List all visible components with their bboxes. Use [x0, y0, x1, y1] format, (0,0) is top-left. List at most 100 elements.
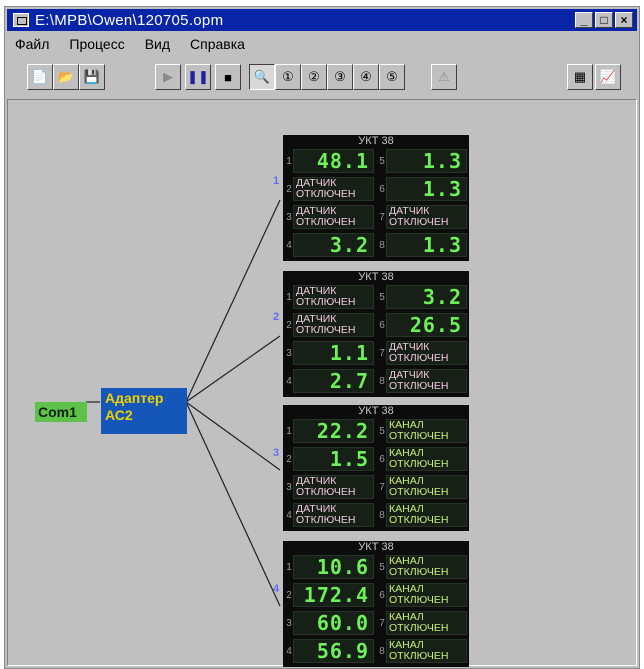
pause-icon: ❚❚	[187, 69, 209, 84]
channel-cell[interactable]: 7 КАНАЛ ОТКЛЮЧЕН	[378, 473, 467, 501]
channel-cell[interactable]: 5 1.3	[378, 147, 467, 175]
chart-button[interactable]: 📈	[595, 64, 621, 90]
device-3-button[interactable]: ③	[327, 64, 353, 90]
device-panel-1[interactable]: УКТ 38 1 48.1 5 1.3 2 ДАТЧИК ОТКЛЮЧЕН 6 1.3 3 ДАТЧ…	[283, 135, 469, 261]
info-button[interactable]: ⚠	[431, 64, 457, 90]
channel-cell[interactable]: 4 3.2	[285, 231, 374, 259]
channel-cell[interactable]: 1 48.1	[285, 147, 374, 175]
channel-number: 5	[379, 155, 385, 167]
device-5-button[interactable]: ⑤	[379, 64, 405, 90]
menu-file[interactable]: Файл	[13, 36, 51, 56]
title-bar[interactable]: E:\MPB\Owen\120705.opm _ □ ×	[7, 9, 637, 31]
device-title: УКТ 38	[358, 135, 394, 147]
device-panel-3[interactable]: УКТ 38 1 22.2 5 КАНАЛ ОТКЛЮЧЕН 2 1.5 6 КАНАЛ ОТК…	[283, 405, 469, 531]
channel-cell[interactable]: 3 60.0	[285, 609, 374, 637]
channel-cell[interactable]: 2 ДАТЧИК ОТКЛЮЧЕН	[285, 175, 374, 203]
device-index: 3	[273, 447, 280, 459]
device-1-button[interactable]: ①	[275, 64, 301, 90]
channel-cell[interactable]: 2 ДАТЧИК ОТКЛЮЧЕН	[285, 311, 374, 339]
magnifier-4-icon: ④	[360, 69, 372, 84]
channel-cell[interactable]: 2 172.4	[285, 581, 374, 609]
menu-process[interactable]: Процесс	[67, 36, 126, 56]
menu-view[interactable]: Вид	[143, 36, 172, 56]
app-icon[interactable]	[13, 13, 29, 27]
app-window: E:\MPB\Owen\120705.opm _ □ × Файл Процес…	[4, 6, 640, 669]
channel-cell[interactable]: 5 КАНАЛ ОТКЛЮЧЕН	[378, 553, 467, 581]
new-file-icon: 📄	[31, 69, 49, 84]
channel-cell[interactable]: 1 ДАТЧИК ОТКЛЮЧЕН	[285, 283, 374, 311]
channel-number: 2	[286, 453, 292, 465]
channel-status: КАНАЛ ОТКЛЮЧЕН	[386, 419, 467, 443]
channel-cell[interactable]: 4 2.7	[285, 367, 374, 395]
channel-cell[interactable]: 7 КАНАЛ ОТКЛЮЧЕН	[378, 609, 467, 637]
device-4-link	[185, 401, 281, 607]
zoom-button[interactable]: 🔍	[249, 64, 275, 90]
channel-value: 1.1	[293, 341, 374, 365]
channel-status: ДАТЧИК ОТКЛЮЧЕН	[386, 369, 467, 393]
channel-cell[interactable]: 1 22.2	[285, 417, 374, 445]
minimize-button[interactable]: _	[575, 12, 593, 28]
channel-cell[interactable]: 2 1.5	[285, 445, 374, 473]
open-file-button[interactable]: 📂	[53, 64, 79, 90]
channel-status: ДАТЧИК ОТКЛЮЧЕН	[293, 503, 374, 527]
channel-cell[interactable]: 8 1.3	[378, 231, 467, 259]
channel-status: КАНАЛ ОТКЛЮЧЕН	[386, 447, 467, 471]
channel-cell[interactable]: 6 КАНАЛ ОТКЛЮЧЕН	[378, 581, 467, 609]
channel-cell[interactable]: 8 КАНАЛ ОТКЛЮЧЕН	[378, 637, 467, 665]
channel-value: 26.5	[386, 313, 467, 337]
channel-number: 8	[379, 645, 385, 657]
maximize-button[interactable]: □	[595, 12, 613, 28]
com-port-node[interactable]: Com1	[35, 402, 87, 422]
channel-status: ДАТЧИК ОТКЛЮЧЕН	[386, 205, 467, 229]
channel-number: 2	[286, 183, 292, 195]
magnifier-1-icon: ①	[282, 69, 294, 84]
device-panel-2[interactable]: УКТ 38 1 ДАТЧИК ОТКЛЮЧЕН 5 3.2 2 ДАТЧИК ОТКЛЮЧ…	[283, 271, 469, 397]
channel-value: 3.2	[386, 285, 467, 309]
channel-cell[interactable]: 7 ДАТЧИК ОТКЛЮЧЕН	[378, 203, 467, 231]
channel-cell[interactable]: 8 КАНАЛ ОТКЛЮЧЕН	[378, 501, 467, 529]
channel-cell[interactable]: 4 ДАТЧИК ОТКЛЮЧЕН	[285, 501, 374, 529]
device-2-button[interactable]: ②	[301, 64, 327, 90]
close-button[interactable]: ×	[615, 12, 633, 28]
save-button[interactable]: 💾	[79, 64, 105, 90]
device-panel-4[interactable]: УКТ 38 1 10.6 5 КАНАЛ ОТКЛЮЧЕН 2 172.4 6 КАНАЛ О…	[283, 541, 469, 667]
channel-number: 4	[286, 509, 292, 521]
channel-number: 4	[286, 239, 292, 251]
adapter-node[interactable]: Адаптер АС2	[101, 388, 187, 434]
channel-cell[interactable]: 3 ДАТЧИК ОТКЛЮЧЕН	[285, 473, 374, 501]
device-index: 4	[273, 583, 280, 595]
channel-number: 7	[379, 617, 385, 629]
channel-cell[interactable]: 1 10.6	[285, 553, 374, 581]
channel-cell[interactable]: 7 ДАТЧИК ОТКЛЮЧЕН	[378, 339, 467, 367]
pause-button[interactable]: ❚❚	[185, 64, 211, 90]
device-3-link	[185, 401, 281, 471]
channel-cell[interactable]: 3 1.1	[285, 339, 374, 367]
channel-number: 6	[379, 589, 385, 601]
device-4-button[interactable]: ④	[353, 64, 379, 90]
channel-value: 1.3	[386, 177, 467, 201]
channel-value: 10.6	[293, 555, 374, 579]
menu-help[interactable]: Справка	[188, 36, 247, 56]
channel-number: 5	[379, 425, 385, 437]
channel-cell[interactable]: 4 56.9	[285, 637, 374, 665]
channel-status: ДАТЧИК ОТКЛЮЧЕН	[293, 285, 374, 309]
play-button[interactable]: ▶	[155, 64, 181, 90]
channel-number: 4	[286, 375, 292, 387]
channel-value: 48.1	[293, 149, 374, 173]
channel-cell[interactable]: 6 КАНАЛ ОТКЛЮЧЕН	[378, 445, 467, 473]
channel-cell[interactable]: 8 ДАТЧИК ОТКЛЮЧЕН	[378, 367, 467, 395]
channel-cell[interactable]: 5 3.2	[378, 283, 467, 311]
new-file-button[interactable]: 📄	[27, 64, 53, 90]
channel-number: 1	[286, 155, 292, 167]
channel-cell[interactable]: 5 КАНАЛ ОТКЛЮЧЕН	[378, 417, 467, 445]
channel-number: 8	[379, 375, 385, 387]
magnifier-3-icon: ③	[334, 69, 346, 84]
device-index: 2	[273, 311, 280, 323]
stop-button[interactable]: ■	[215, 64, 241, 90]
table-button[interactable]: ▦	[567, 64, 593, 90]
channel-cell[interactable]: 3 ДАТЧИК ОТКЛЮЧЕН	[285, 203, 374, 231]
channel-number: 5	[379, 561, 385, 573]
play-icon: ▶	[163, 69, 173, 84]
channel-cell[interactable]: 6 26.5	[378, 311, 467, 339]
channel-cell[interactable]: 6 1.3	[378, 175, 467, 203]
